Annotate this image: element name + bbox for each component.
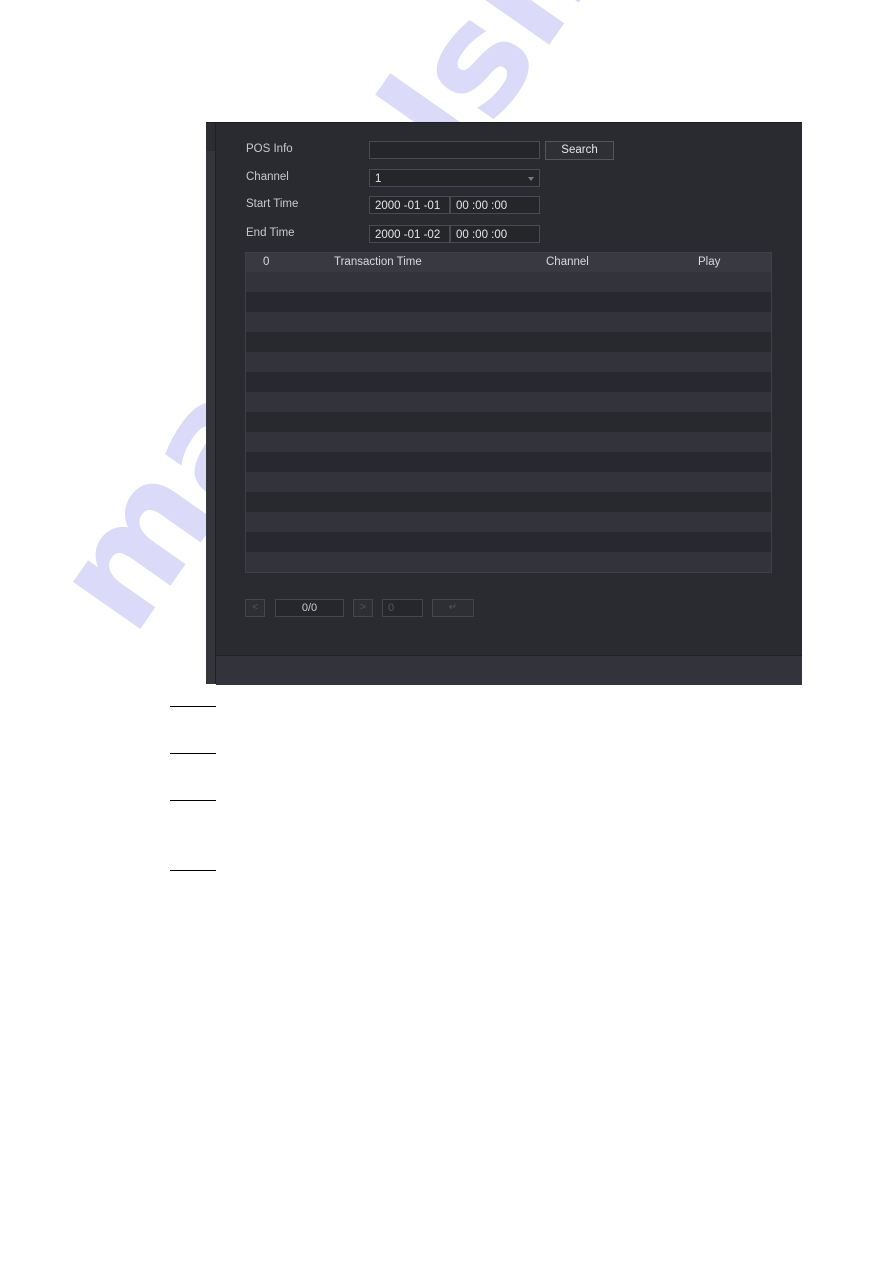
- start-date-input[interactable]: 2000 -01 -01: [369, 196, 450, 214]
- next-page-button[interactable]: >: [353, 599, 373, 617]
- table-row[interactable]: [246, 532, 771, 552]
- table-row[interactable]: [246, 352, 771, 372]
- go-page-button[interactable]: ↵: [432, 599, 474, 617]
- search-button[interactable]: Search: [545, 141, 614, 160]
- jump-page-input[interactable]: 0: [382, 599, 423, 617]
- channel-value: 1: [375, 173, 382, 185]
- table-body: [246, 272, 771, 572]
- panel-footer: [216, 655, 802, 685]
- table-row[interactable]: [246, 512, 771, 532]
- channel-select[interactable]: 1: [369, 169, 540, 187]
- go-icon: ↵: [448, 602, 458, 613]
- chevron-left-icon: <: [252, 602, 258, 613]
- end-clock-input[interactable]: 00 :00 :00: [450, 225, 540, 243]
- pos-search-panel: POS Info Search Channel 1 Start Time 200…: [206, 122, 802, 685]
- pos-info-label: POS Info: [246, 143, 293, 155]
- column-header-index[interactable]: 0: [263, 253, 269, 272]
- table-row[interactable]: [246, 312, 771, 332]
- chevron-down-icon: [528, 177, 534, 181]
- step-marker: [170, 706, 216, 707]
- channel-label: Channel: [246, 171, 289, 183]
- scroll-thumb[interactable]: [206, 123, 215, 151]
- table-row[interactable]: [246, 392, 771, 412]
- table-row[interactable]: [246, 332, 771, 352]
- table-row[interactable]: [246, 432, 771, 452]
- chevron-right-icon: >: [360, 602, 366, 613]
- start-time-label: Start Time: [246, 198, 299, 210]
- column-header-channel[interactable]: Channel: [546, 253, 589, 272]
- page-display: 0/0: [275, 599, 344, 617]
- step-marker: [170, 753, 216, 754]
- end-date-input[interactable]: 2000 -01 -02: [369, 225, 450, 243]
- end-time-label: End Time: [246, 227, 295, 239]
- left-scroll-strip[interactable]: [206, 123, 216, 684]
- table-row[interactable]: [246, 552, 771, 572]
- table-row[interactable]: [246, 292, 771, 312]
- step-marker: [170, 800, 216, 801]
- table-row[interactable]: [246, 492, 771, 512]
- start-clock-input[interactable]: 00 :00 :00: [450, 196, 540, 214]
- prev-page-button[interactable]: <: [245, 599, 265, 617]
- table-row[interactable]: [246, 272, 771, 292]
- table-row[interactable]: [246, 472, 771, 492]
- step-marker: [170, 870, 216, 871]
- pos-info-input[interactable]: [369, 141, 540, 159]
- column-header-play[interactable]: Play: [698, 253, 720, 272]
- table-row[interactable]: [246, 452, 771, 472]
- table-row[interactable]: [246, 372, 771, 392]
- table-header: 0 Transaction Time Channel Play: [246, 253, 771, 272]
- column-header-transaction-time[interactable]: Transaction Time: [334, 253, 422, 272]
- table-row[interactable]: [246, 412, 771, 432]
- transaction-table: 0 Transaction Time Channel Play: [245, 252, 772, 573]
